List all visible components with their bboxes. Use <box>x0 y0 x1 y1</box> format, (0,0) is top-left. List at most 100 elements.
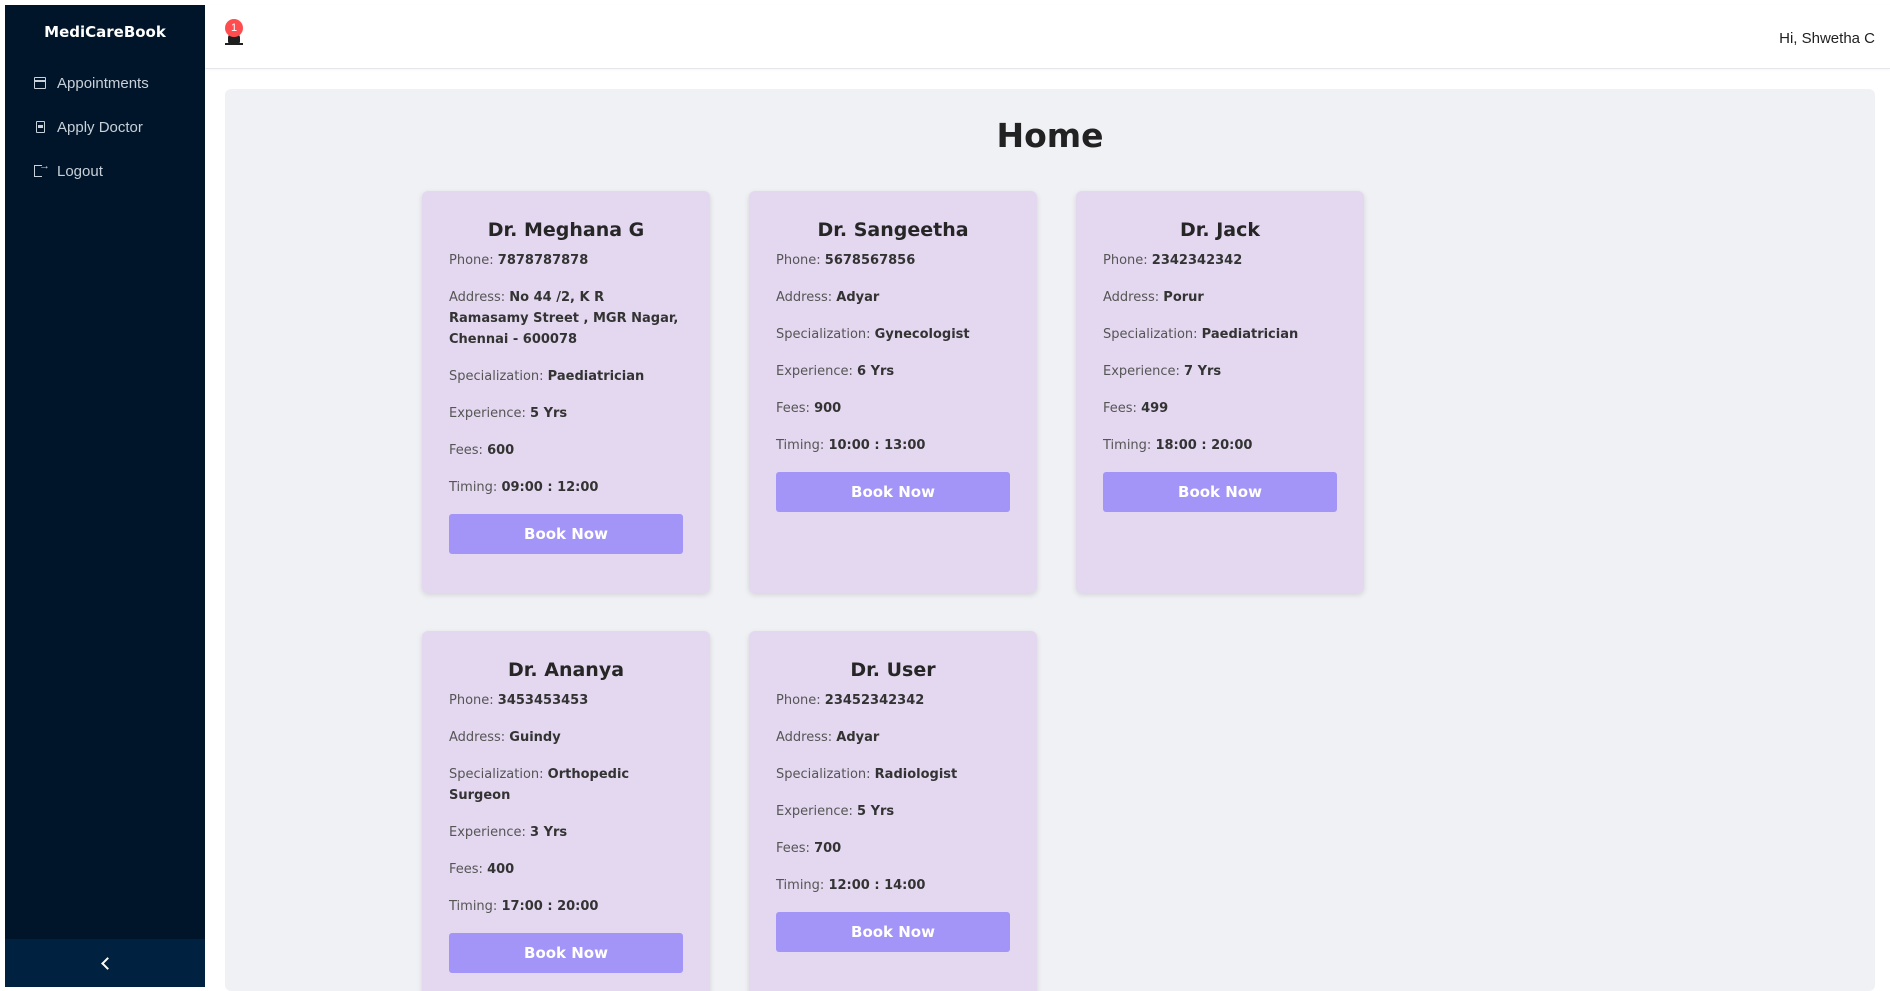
phone-label: Phone: <box>449 693 494 708</box>
book-now-button[interactable]: Book Now <box>776 912 1010 952</box>
timing-label: Timing: <box>449 899 498 914</box>
fees-label: Fees: <box>776 401 810 416</box>
specialization-label: Specialization: <box>449 369 544 384</box>
address-value: Adyar <box>836 730 880 745</box>
experience-label: Experience: <box>776 804 853 819</box>
timing-value: 17:00 : 20:00 <box>501 899 599 914</box>
address-label: Address: <box>776 290 833 305</box>
address-value: Porur <box>1163 290 1204 305</box>
sidebar-item-label: Apply Doctor <box>57 118 143 136</box>
doctor-fees-row: Fees: 900 <box>776 398 1010 419</box>
phone-value: 23452342342 <box>824 693 925 708</box>
doctor-fees-row: Fees: 700 <box>776 838 1010 859</box>
doctor-address-row: Address: Guindy <box>449 727 683 748</box>
experience-value: 3 Yrs <box>530 825 568 840</box>
experience-value: 6 Yrs <box>857 364 895 379</box>
specialization-label: Specialization: <box>776 327 871 342</box>
phone-label: Phone: <box>1103 253 1148 268</box>
specialization-value: Gynecologist <box>874 327 970 342</box>
fees-label: Fees: <box>449 862 483 877</box>
experience-value: 7 Yrs <box>1184 364 1222 379</box>
fees-value: 499 <box>1141 401 1169 416</box>
timing-label: Timing: <box>776 878 825 893</box>
doctor-phone-row: Phone: 3453453453 <box>449 690 683 711</box>
doctor-fees-row: Fees: 499 <box>1103 398 1337 419</box>
fees-value: 700 <box>814 841 842 856</box>
sidebar-item-logout[interactable]: Logout <box>5 149 205 193</box>
address-value: Guindy <box>509 730 561 745</box>
doctor-experience-row: Experience: 5 Yrs <box>449 403 683 424</box>
chevron-left-icon <box>100 956 114 970</box>
calendar-icon <box>34 77 46 89</box>
specialization-value: Paediatrician <box>547 369 645 384</box>
doctor-phone-row: Phone: 5678567856 <box>776 250 1010 271</box>
book-now-button[interactable]: Book Now <box>449 514 683 554</box>
phone-label: Phone: <box>449 253 494 268</box>
page-title: Home <box>996 116 1104 155</box>
doctor-specialization-row: Specialization: Gynecologist <box>776 324 1010 345</box>
experience-label: Experience: <box>776 364 853 379</box>
doctor-specialization-row: Specialization: Orthopedic Surgeon <box>449 764 683 806</box>
doctor-timing-row: Timing: 18:00 : 20:00 <box>1103 435 1337 456</box>
notification-badge: 1 <box>225 19 243 37</box>
main-content: Home Dr. Meghana G Phone: 7878787878 Addre… <box>225 89 1875 991</box>
experience-label: Experience: <box>1103 364 1180 379</box>
doctor-name: Dr. Meghana G <box>487 219 645 241</box>
specialization-label: Specialization: <box>776 767 871 782</box>
doctor-card: Dr. Sangeetha Phone: 5678567856 Address: A… <box>749 191 1037 593</box>
experience-label: Experience: <box>449 406 526 421</box>
doctor-card: Dr. User Phone: 23452342342 Address: Adyar… <box>749 631 1037 991</box>
doctor-address-row: Address: Adyar <box>776 727 1010 748</box>
experience-value: 5 Yrs <box>530 406 568 421</box>
book-now-button[interactable]: Book Now <box>449 933 683 973</box>
experience-value: 5 Yrs <box>857 804 895 819</box>
sidebar-item-label: Logout <box>57 162 103 180</box>
doctor-card: Dr. Jack Phone: 2342342342 Address: Porur S… <box>1076 191 1364 593</box>
sidebar: MediCareBook Appointments Apply Doctor L… <box>5 5 205 987</box>
phone-value: 3453453453 <box>497 693 589 708</box>
fees-value: 900 <box>814 401 842 416</box>
phone-value: 7878787878 <box>497 253 589 268</box>
doctor-name: Dr. Jack <box>1179 219 1261 241</box>
doctor-name: Dr. Ananya <box>507 659 625 681</box>
doctor-name: Dr. Sangeetha <box>817 219 969 241</box>
doctor-experience-row: Experience: 5 Yrs <box>776 801 1010 822</box>
book-now-button[interactable]: Book Now <box>776 472 1010 512</box>
brand-logo[interactable]: MediCareBook <box>5 5 205 59</box>
address-label: Address: <box>449 290 506 305</box>
fees-label: Fees: <box>449 443 483 458</box>
notification-button[interactable]: 1 <box>225 19 249 53</box>
doctor-address-row: Address: No 44 /2, K R Ramasamy Street ,… <box>449 287 683 350</box>
fees-value: 600 <box>487 443 515 458</box>
doctor-specialization-row: Specialization: Paediatrician <box>449 366 683 387</box>
user-greeting[interactable]: Hi, Shwetha C <box>1779 30 1875 47</box>
doctor-timing-row: Timing: 12:00 : 14:00 <box>776 875 1010 896</box>
top-header: 1 Hi, Shwetha C <box>205 5 1890 69</box>
fees-label: Fees: <box>776 841 810 856</box>
timing-value: 10:00 : 13:00 <box>828 438 926 453</box>
sidebar-nav: Appointments Apply Doctor Logout <box>5 61 205 193</box>
timing-label: Timing: <box>776 438 825 453</box>
address-value: Adyar <box>836 290 880 305</box>
doctor-specialization-row: Specialization: Radiologist <box>776 764 1010 785</box>
doctor-fees-row: Fees: 600 <box>449 440 683 461</box>
doctor-name: Dr. User <box>850 659 936 681</box>
app-frame: MediCareBook Appointments Apply Doctor L… <box>0 0 1890 991</box>
timing-value: 12:00 : 14:00 <box>828 878 926 893</box>
doctor-fees-row: Fees: 400 <box>449 859 683 880</box>
sidebar-collapse-button[interactable] <box>5 939 205 987</box>
specialization-value: Paediatrician <box>1201 327 1299 342</box>
specialization-label: Specialization: <box>449 767 544 782</box>
logout-icon <box>34 160 50 177</box>
phone-value: 5678567856 <box>824 253 916 268</box>
doctor-phone-row: Phone: 23452342342 <box>776 690 1010 711</box>
sidebar-item-apply-doctor[interactable]: Apply Doctor <box>5 105 205 149</box>
doctor-timing-row: Timing: 10:00 : 13:00 <box>776 435 1010 456</box>
book-now-button[interactable]: Book Now <box>1103 472 1337 512</box>
timing-value: 09:00 : 12:00 <box>501 480 599 495</box>
address-label: Address: <box>1103 290 1160 305</box>
doctor-card: Dr. Meghana G Phone: 7878787878 Address: N… <box>422 191 710 593</box>
timing-label: Timing: <box>1103 438 1152 453</box>
phone-value: 2342342342 <box>1151 253 1243 268</box>
sidebar-item-appointments[interactable]: Appointments <box>5 61 205 105</box>
